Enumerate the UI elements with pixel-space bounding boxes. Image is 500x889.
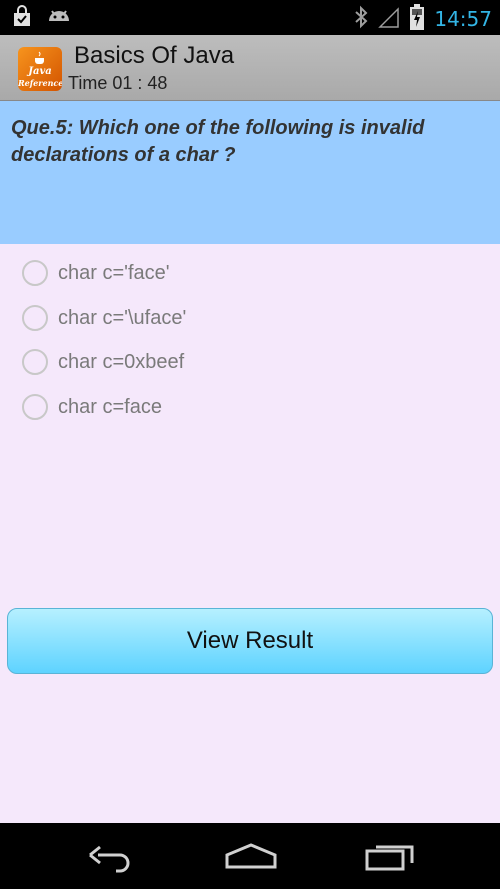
option-1[interactable]: char c='face' xyxy=(22,256,170,290)
android-icon xyxy=(46,5,72,33)
back-icon[interactable] xyxy=(86,837,136,877)
signal-icon xyxy=(378,5,400,33)
radio-button[interactable] xyxy=(22,349,48,375)
battery-charging-icon xyxy=(410,4,425,34)
status-time: 14:57 xyxy=(434,7,492,31)
timer-label: Time 01 : 48 xyxy=(68,73,168,93)
option-label: char c=0xbeef xyxy=(58,350,185,373)
option-4[interactable]: char c=face xyxy=(22,390,162,424)
recent-apps-icon[interactable] xyxy=(364,837,416,877)
app-icon-text-reference: Reference xyxy=(18,78,62,88)
radio-button[interactable] xyxy=(22,394,48,420)
view-result-button[interactable]: View Result xyxy=(7,608,493,674)
home-icon[interactable] xyxy=(224,837,278,877)
navigation-bar xyxy=(0,823,500,889)
shopping-bag-icon xyxy=(10,5,34,33)
option-3[interactable]: char c=0xbeef xyxy=(22,345,184,379)
app-icon-text-java: Java xyxy=(28,66,52,77)
option-2[interactable]: char c='\uface' xyxy=(22,301,186,335)
action-bar: Java Reference Basics Of Java Time 01 : … xyxy=(0,35,500,101)
option-label: char c=face xyxy=(58,395,162,418)
answer-area: char c='face' char c='\uface' char c=0xb… xyxy=(0,244,500,823)
bluetooth-icon xyxy=(354,5,368,33)
option-label: char c='\uface' xyxy=(58,306,187,329)
option-label: char c='face' xyxy=(58,261,170,284)
view-result-label: View Result xyxy=(186,627,314,654)
question-panel: Que.5: Which one of the following is inv… xyxy=(0,101,500,244)
status-bar: 14:57 xyxy=(0,0,500,35)
java-reference-app-icon[interactable]: Java Reference xyxy=(18,47,62,91)
question-text: Que.5: Which one of the following is inv… xyxy=(11,117,425,166)
app-title: Basics Of Java xyxy=(74,42,235,69)
radio-button[interactable] xyxy=(22,305,48,331)
radio-button[interactable] xyxy=(22,260,48,286)
